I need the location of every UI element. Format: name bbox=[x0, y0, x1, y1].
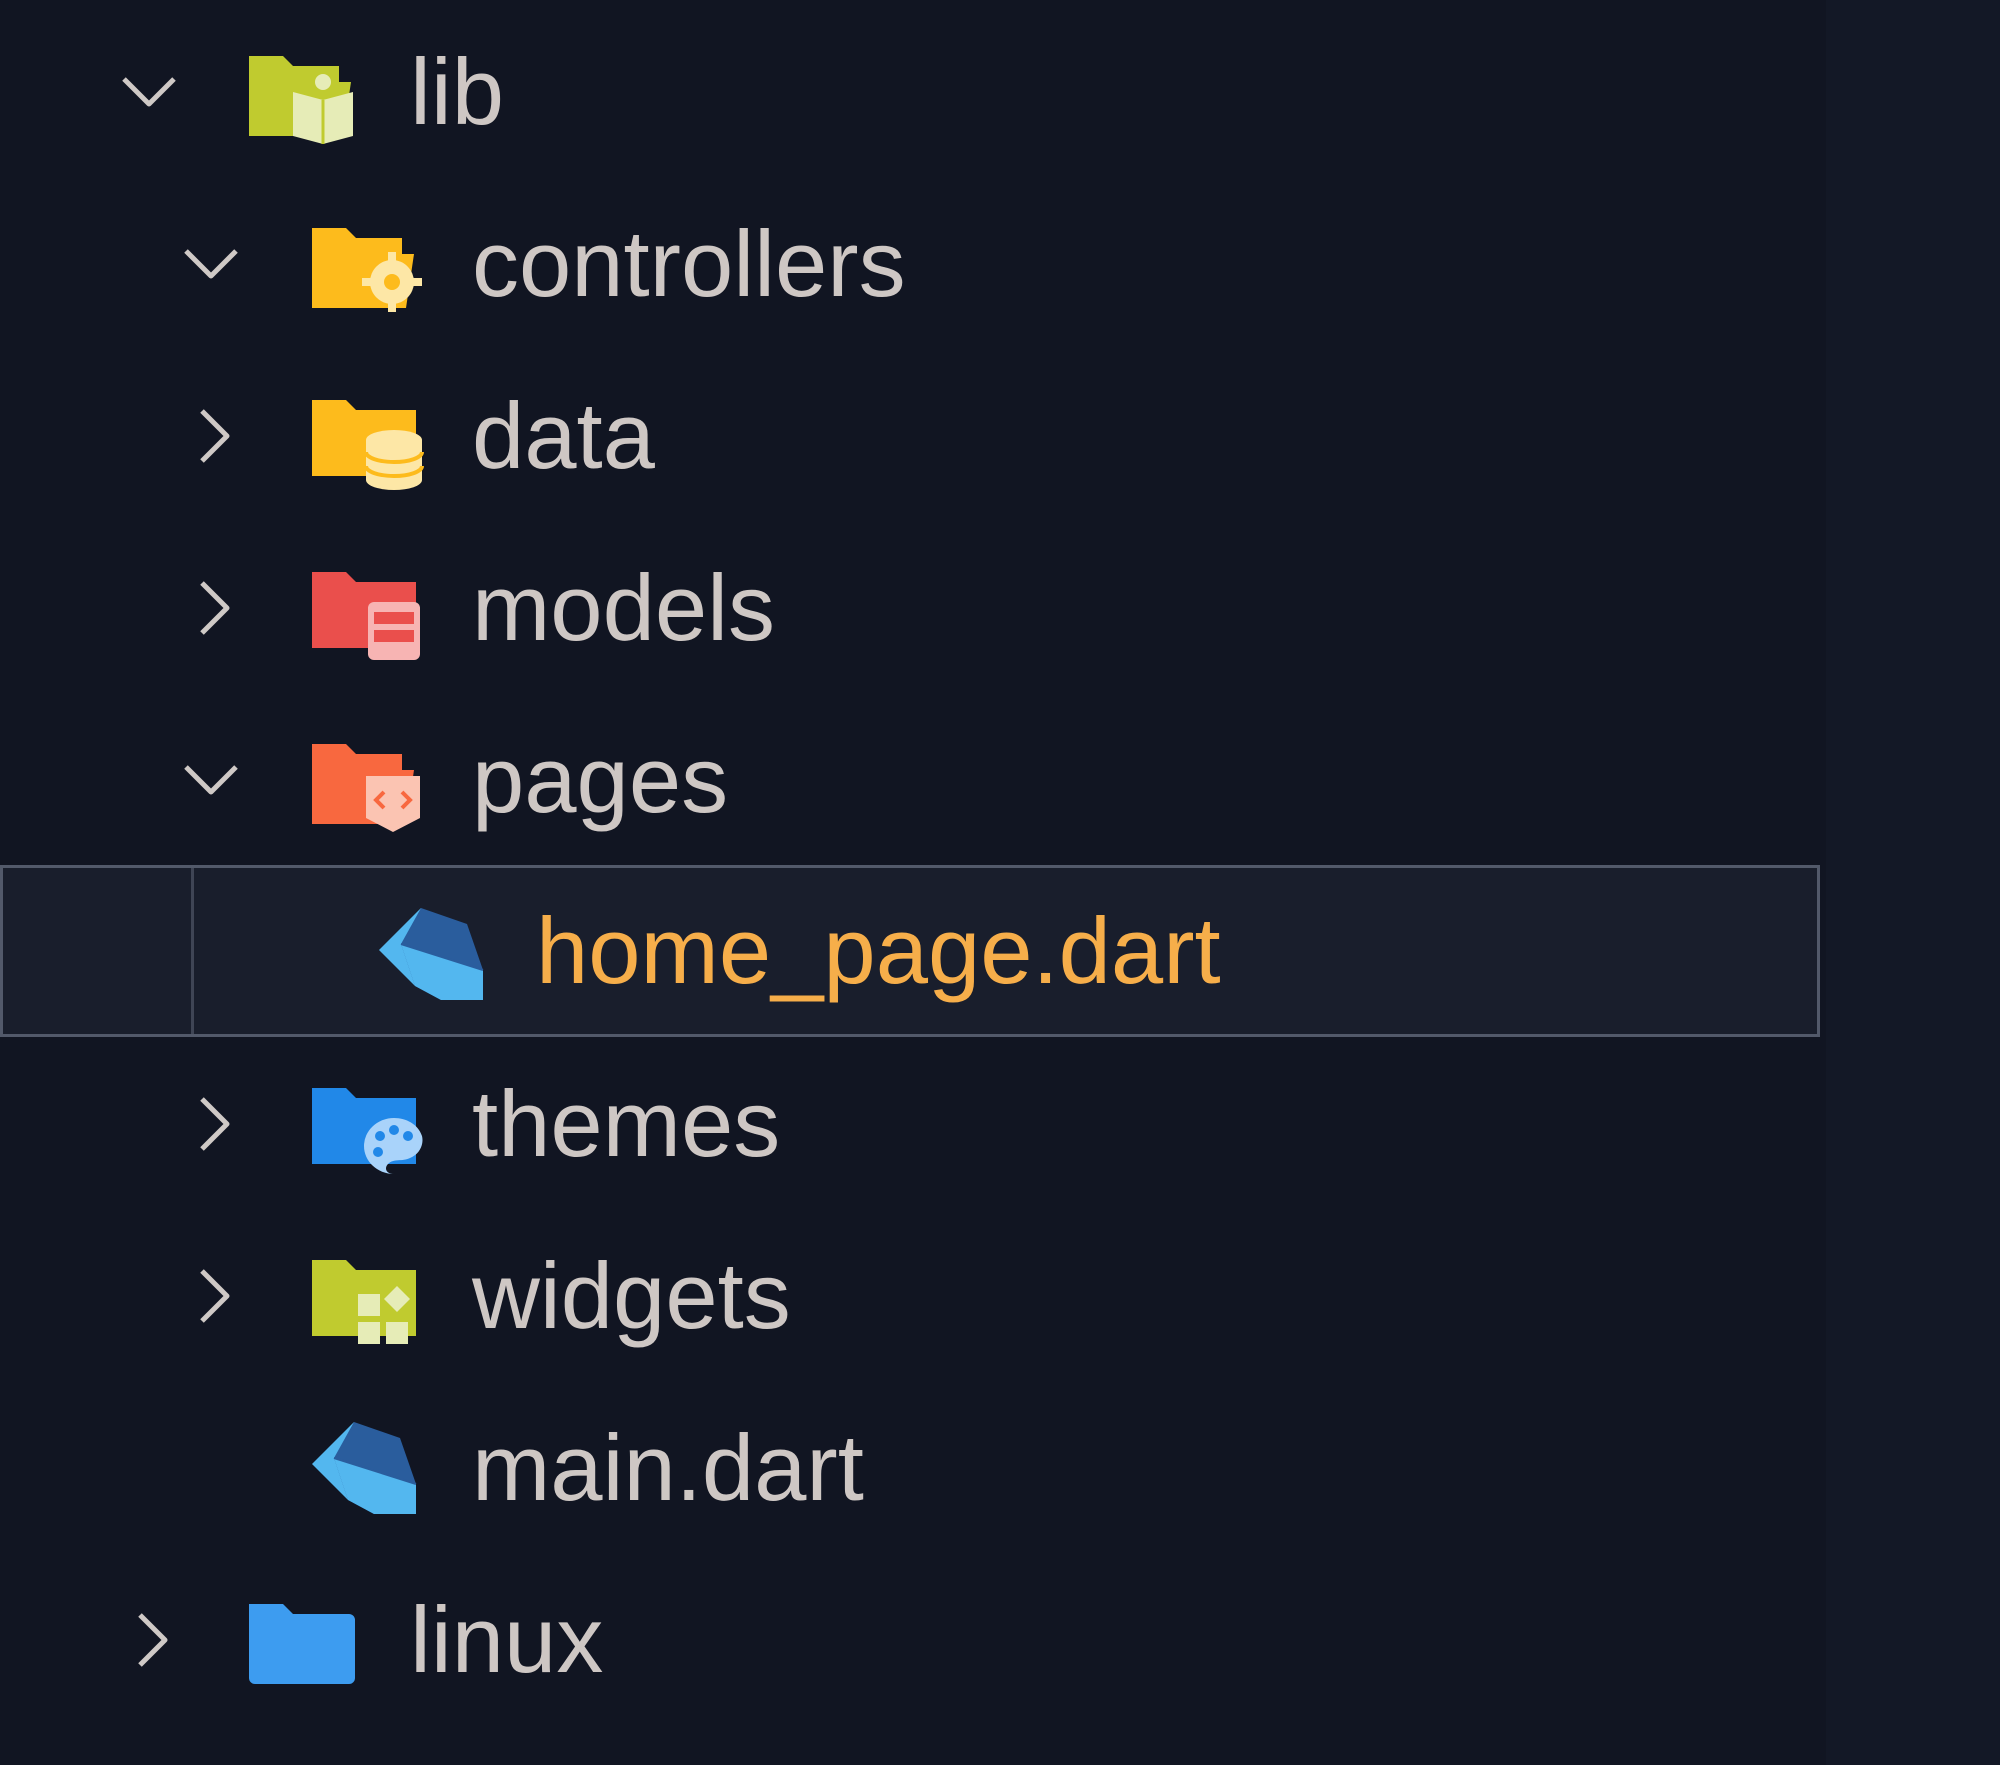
folder-pages-open-icon bbox=[308, 734, 428, 834]
folder-database-icon bbox=[308, 390, 428, 490]
chevron-right-icon[interactable] bbox=[118, 1605, 188, 1675]
tree-item-data[interactable]: data bbox=[0, 350, 1818, 522]
scrollbar-track[interactable] bbox=[1826, 0, 2000, 1765]
tree-item-home-page-dart[interactable]: home_page.dart bbox=[0, 865, 1820, 1037]
chevron-down-icon[interactable] bbox=[176, 229, 246, 299]
chevron-right-icon[interactable] bbox=[180, 1261, 250, 1331]
tree-item-pages[interactable]: pages bbox=[0, 694, 1818, 866]
dart-file-icon bbox=[304, 1418, 424, 1518]
tree-item-label: pages bbox=[472, 727, 729, 832]
dart-file-icon bbox=[371, 904, 491, 1004]
folder-controllers-open-icon bbox=[308, 218, 428, 318]
tree-item-lib[interactable]: lib bbox=[0, 6, 1818, 178]
tree-item-linux[interactable]: linux bbox=[0, 1554, 1818, 1726]
folder-linux-icon bbox=[245, 1594, 365, 1694]
tree-item-label: lib bbox=[410, 39, 505, 144]
tree-item-label: widgets bbox=[472, 1243, 791, 1348]
tree-item-models[interactable]: models bbox=[0, 522, 1818, 694]
tree-item-controllers[interactable]: controllers bbox=[0, 178, 1818, 350]
chevron-down-icon[interactable] bbox=[176, 745, 246, 815]
chevron-right-icon[interactable] bbox=[180, 401, 250, 471]
tree-item-main-dart[interactable]: main.dart bbox=[0, 1382, 1818, 1554]
tree-item-label: controllers bbox=[472, 211, 906, 316]
tree-item-label: themes bbox=[472, 1071, 781, 1176]
tree-item-widgets[interactable]: widgets bbox=[0, 1210, 1818, 1382]
tree-item-themes[interactable]: themes bbox=[0, 1038, 1818, 1210]
folder-models-icon bbox=[308, 562, 428, 662]
tree-item-label: models bbox=[472, 555, 776, 660]
folder-lib-open-icon bbox=[245, 46, 365, 146]
chevron-right-icon[interactable] bbox=[180, 573, 250, 643]
tree-item-label: main.dart bbox=[472, 1415, 864, 1520]
tree-item-label: linux bbox=[410, 1587, 604, 1692]
folder-themes-icon bbox=[308, 1078, 428, 1178]
folder-widgets-icon bbox=[308, 1250, 428, 1350]
tree-item-label: home_page.dart bbox=[536, 898, 1221, 1003]
explorer-tree: lib controllers data models pages home_p… bbox=[0, 0, 1826, 1765]
chevron-right-icon[interactable] bbox=[180, 1089, 250, 1159]
file-explorer: lib controllers data models pages home_p… bbox=[0, 0, 2000, 1765]
indent-guide bbox=[191, 868, 194, 1034]
tree-item-label: data bbox=[472, 383, 655, 488]
chevron-down-icon[interactable] bbox=[114, 57, 184, 127]
